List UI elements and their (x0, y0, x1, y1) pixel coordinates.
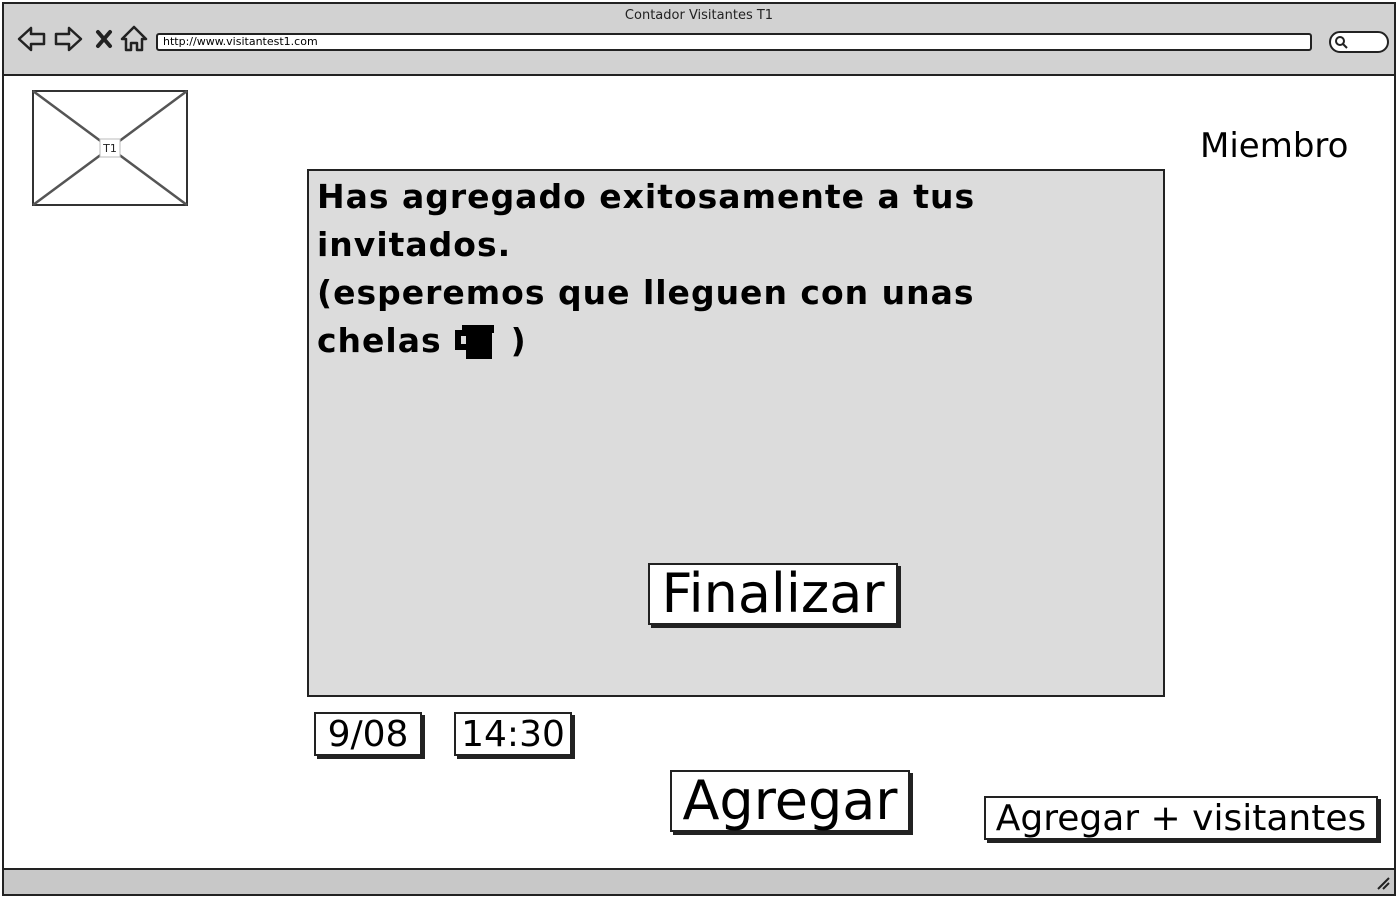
search-box[interactable] (1329, 31, 1389, 53)
browser-titlebar: Contador Visitantes T1 http://www.visita… (4, 4, 1394, 76)
search-icon (1335, 36, 1348, 49)
home-icon[interactable] (118, 22, 150, 56)
dialog-message-line1: Has agregado exitosamente a tus invitado… (317, 177, 976, 264)
dialog-message-line3-end: ) (510, 321, 527, 360)
time-field[interactable]: 14:30 (454, 712, 572, 756)
logo-label: T1 (102, 142, 117, 155)
finish-button[interactable]: Finalizar (648, 563, 898, 625)
browser-window: Contador Visitantes T1 http://www.visita… (2, 2, 1396, 896)
status-bar (4, 868, 1394, 894)
success-dialog: Has agregado exitosamente a tus invitado… (307, 169, 1165, 697)
window-title: Contador Visitantes T1 (624, 8, 774, 23)
add-button[interactable]: Agregar (670, 770, 910, 832)
dialog-message-line3: chelas ) (317, 317, 527, 365)
address-bar[interactable]: http://www.visitantest1.com (156, 33, 1312, 51)
member-link[interactable]: Miembro (1200, 126, 1348, 166)
forward-icon[interactable] (52, 22, 84, 56)
dialog-message-line2: (esperemos que lleguen con unas (317, 273, 975, 312)
add-more-visitors-button[interactable]: Agregar + visitantes (984, 796, 1378, 840)
resize-grip-icon[interactable] (1374, 874, 1390, 890)
logo-placeholder: T1 (32, 90, 188, 206)
date-field[interactable]: 9/08 (314, 712, 422, 756)
beer-mug-icon (455, 324, 495, 359)
back-icon[interactable] (16, 22, 48, 56)
dialog-message-line3-start: chelas (317, 321, 442, 360)
